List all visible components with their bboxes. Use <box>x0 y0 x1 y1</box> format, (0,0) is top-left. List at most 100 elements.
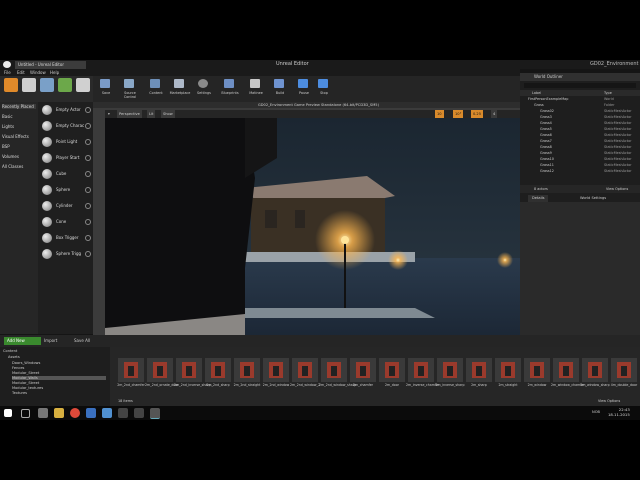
system-clock[interactable]: 22:43 18.11.2015 <box>608 407 630 417</box>
asset-tile[interactable]: 2m_2nd_window_sharp <box>319 358 356 399</box>
place-item[interactable]: Player Start <box>40 151 91 165</box>
add-new-button[interactable]: Add New <box>4 337 41 345</box>
asset-tile[interactable]: 2m_2nd_sharp <box>205 358 231 399</box>
help-icon[interactable] <box>85 203 91 209</box>
chrome-icon[interactable] <box>70 408 80 418</box>
place-item[interactable]: Sphere Trigg <box>40 247 91 261</box>
folder-root[interactable]: Content <box>3 349 17 353</box>
asset-tile[interactable]: 2m_2nd_straight <box>234 358 260 399</box>
app-icon[interactable] <box>118 408 128 418</box>
scale-snap-value[interactable]: 0.25 <box>471 110 484 118</box>
landscape-mode-icon[interactable] <box>40 78 54 92</box>
grid-snap-value[interactable]: 10 <box>435 110 444 118</box>
help-icon[interactable] <box>85 235 91 241</box>
import-button[interactable]: Import <box>44 335 57 347</box>
menu-help[interactable]: Help <box>50 69 59 76</box>
category-all-classes[interactable]: All Classes <box>2 164 23 169</box>
asset-tile[interactable]: 2m_inverse_sharp <box>436 358 464 399</box>
place-item[interactable]: Sphere <box>40 183 91 197</box>
place-item[interactable]: Empty Actor <box>40 103 91 117</box>
save-button[interactable]: Save <box>95 77 115 101</box>
asset-tile[interactable]: 2m_2nd_inverse_sharp <box>174 358 211 399</box>
place-item[interactable]: Cube <box>40 167 91 181</box>
tab-details[interactable]: Details <box>528 195 549 202</box>
folder-item[interactable]: Modular_Street <box>12 371 39 375</box>
folder-item[interactable]: Assets <box>8 355 20 359</box>
folder-item[interactable]: Fences <box>12 366 24 370</box>
asset-tile[interactable]: 2m_2nd_window <box>263 358 289 399</box>
content-button[interactable]: Content <box>145 77 165 101</box>
asset-tile[interactable]: 2m_2nd_ornate_door <box>145 358 179 399</box>
category-volumes[interactable]: Volumes <box>2 154 19 159</box>
show-button[interactable]: Show <box>161 110 175 118</box>
source-control-button[interactable]: Source Control <box>119 77 139 101</box>
rotation-snap-value[interactable]: 10° <box>453 110 464 118</box>
asset-tile[interactable]: 4m_double_door <box>611 358 637 399</box>
folder-item-selected[interactable]: Modular_Walls <box>12 376 106 380</box>
place-item[interactable]: Cylinder <box>40 199 91 213</box>
help-icon[interactable] <box>85 171 91 177</box>
help-icon[interactable] <box>85 155 91 161</box>
settings-button[interactable]: Settings <box>193 77 213 101</box>
stop-button[interactable]: Stop <box>313 77 333 101</box>
menu-window[interactable]: Window <box>30 69 46 76</box>
place-item[interactable]: Empty Charac <box>40 119 91 133</box>
asset-tile[interactable]: 2m_2nd_window_2 <box>290 358 320 399</box>
level-tab[interactable]: Untitled - Unreal Editor <box>15 61 86 69</box>
place-item[interactable]: Box Trigger <box>40 231 91 245</box>
category-basic[interactable]: Basic <box>2 114 13 119</box>
help-icon[interactable] <box>85 251 91 257</box>
geometry-mode-icon[interactable] <box>76 78 90 92</box>
tab-world-settings[interactable]: World Settings <box>580 195 606 202</box>
category-recently-placed[interactable]: Recently Placed <box>2 104 36 109</box>
help-icon[interactable] <box>85 139 91 145</box>
asset-tile[interactable]: 2m_sharp <box>466 358 492 399</box>
asset-tile[interactable]: 2m_inverse_chamfer <box>406 358 439 399</box>
app-icon[interactable] <box>102 408 112 418</box>
app-icon[interactable] <box>134 408 144 418</box>
build-button[interactable]: Build <box>269 77 289 101</box>
language-indicator[interactable]: NOB <box>592 410 600 414</box>
blueprints-button[interactable]: Blueprints <box>219 77 239 101</box>
category-lights[interactable]: Lights <box>2 124 14 129</box>
outliner-row[interactable]: Grass12 StaticMeshActor <box>520 168 638 174</box>
asset-tile[interactable]: 2m_window_chamfer <box>551 358 585 399</box>
pause-button[interactable]: Pause <box>293 77 313 101</box>
task-view-icon[interactable] <box>38 408 48 418</box>
asset-tile[interactable]: 2m_straight <box>495 358 521 399</box>
file-explorer-icon[interactable] <box>54 408 64 418</box>
folder-item[interactable]: Doors_Windows <box>12 361 40 365</box>
view-options-button[interactable]: View Options <box>606 185 628 193</box>
help-icon[interactable] <box>85 107 91 113</box>
unreal-editor-taskbar-icon[interactable] <box>150 408 160 419</box>
help-icon[interactable] <box>85 123 91 129</box>
menu-edit[interactable]: Edit <box>17 69 25 76</box>
lit-button[interactable]: Lit <box>147 110 156 118</box>
outliner-search[interactable] <box>524 83 636 88</box>
category-bsp[interactable]: BSP <box>2 144 10 149</box>
folder-item[interactable]: Modular_textures <box>12 386 43 390</box>
paint-mode-icon[interactable] <box>22 78 36 92</box>
matinee-button[interactable]: Matinee <box>245 77 265 101</box>
folder-item[interactable]: Textures <box>12 391 27 395</box>
marketplace-button[interactable]: Marketplace <box>169 77 190 101</box>
perspective-button[interactable]: Perspective <box>117 110 142 118</box>
help-icon[interactable] <box>85 187 91 193</box>
asset-tile[interactable]: 2m_window_sharp <box>580 358 610 399</box>
help-icon[interactable] <box>85 219 91 225</box>
folder-item[interactable]: Modular_Street <box>12 381 39 385</box>
save-all-button[interactable]: Save All <box>74 335 90 347</box>
foliage-mode-icon[interactable] <box>58 78 72 92</box>
asset-tile[interactable]: 2m_window <box>524 358 550 399</box>
category-visual-effects[interactable]: Visual Effects <box>2 134 29 139</box>
camera-speed-value[interactable]: 4 <box>491 110 498 118</box>
asset-tile[interactable]: 2m_door <box>379 358 405 399</box>
place-mode-icon[interactable] <box>4 78 18 92</box>
windows-start-icon[interactable] <box>4 409 12 417</box>
viewport-options-icon[interactable]: ▾ <box>108 110 110 118</box>
app-icon[interactable] <box>86 408 96 418</box>
place-item[interactable]: Point Light <box>40 135 91 149</box>
menu-file[interactable]: File <box>4 69 11 76</box>
place-item[interactable]: Cone <box>40 215 91 229</box>
content-view-options[interactable]: View Options <box>598 399 620 403</box>
